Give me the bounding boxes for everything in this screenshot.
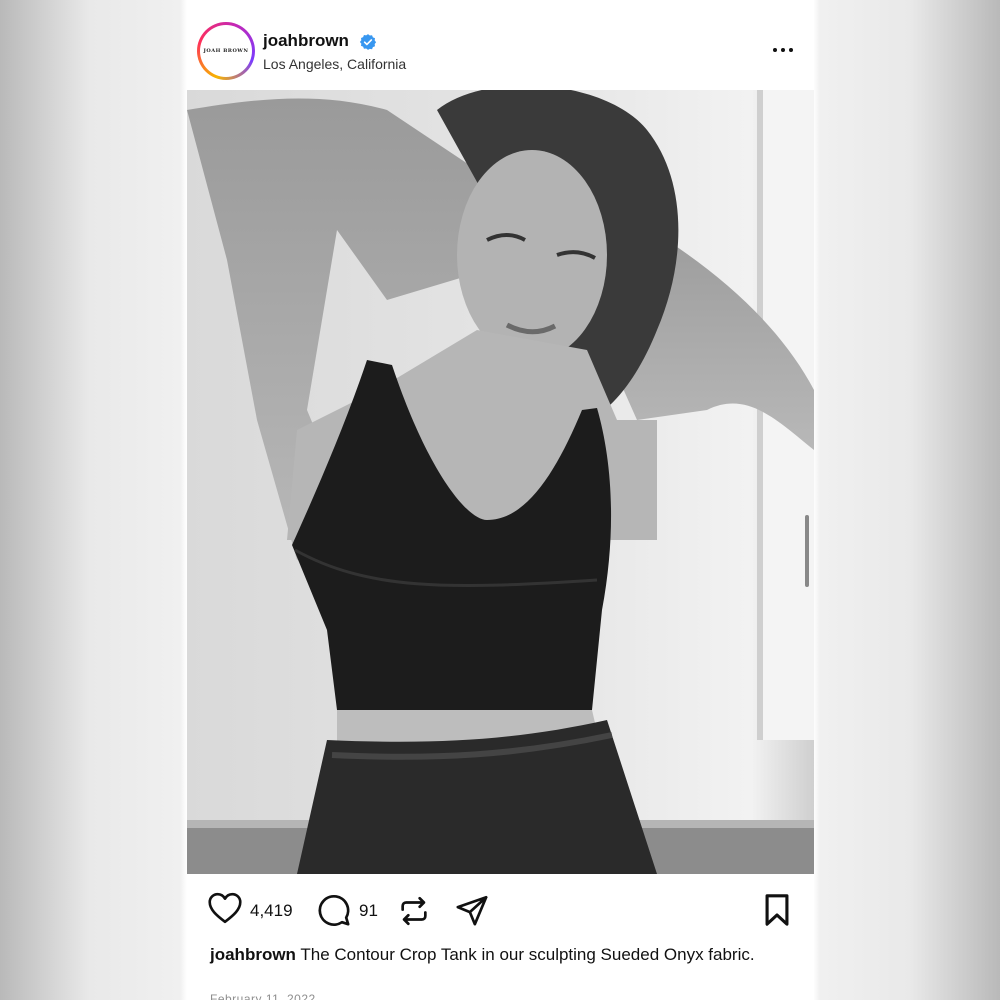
dot	[789, 48, 793, 52]
sweatpants	[297, 720, 657, 874]
dot	[781, 48, 785, 52]
avatar-image: JOAH BROWN	[200, 25, 252, 77]
instagram-post: JOAH BROWN joahbrown Los Angeles, Califo…	[187, 0, 814, 1000]
heart-icon[interactable]	[207, 892, 243, 924]
scrollbar[interactable]	[805, 515, 809, 587]
avatar-logo-text: JOAH BROWN	[203, 48, 249, 54]
post-actions: 4,419 91	[187, 874, 814, 944]
post-header: JOAH BROWN joahbrown Los Angeles, Califo…	[187, 0, 814, 90]
post-date: February 11, 2022	[210, 992, 316, 1000]
avatar[interactable]: JOAH BROWN	[197, 22, 255, 80]
photo-illustration	[187, 90, 814, 874]
dot	[773, 48, 777, 52]
comment-count[interactable]: 91	[359, 901, 378, 921]
post-location[interactable]: Los Angeles, California	[263, 56, 406, 72]
post-caption: joahbrown The Contour Crop Tank in our s…	[210, 944, 770, 965]
verified-badge-icon	[359, 34, 377, 50]
caption-text: The Contour Crop Tank in our sculpting S…	[300, 945, 755, 964]
caption-username[interactable]: joahbrown	[210, 945, 296, 964]
comment-icon[interactable]	[317, 893, 351, 927]
bookmark-icon[interactable]	[761, 893, 793, 927]
send-icon[interactable]	[455, 893, 489, 927]
like-count[interactable]: 4,419	[250, 901, 293, 921]
repost-icon[interactable]	[397, 894, 431, 928]
post-photo[interactable]	[187, 90, 814, 874]
username[interactable]: joahbrown	[263, 31, 349, 51]
more-options-icon[interactable]	[765, 36, 801, 64]
